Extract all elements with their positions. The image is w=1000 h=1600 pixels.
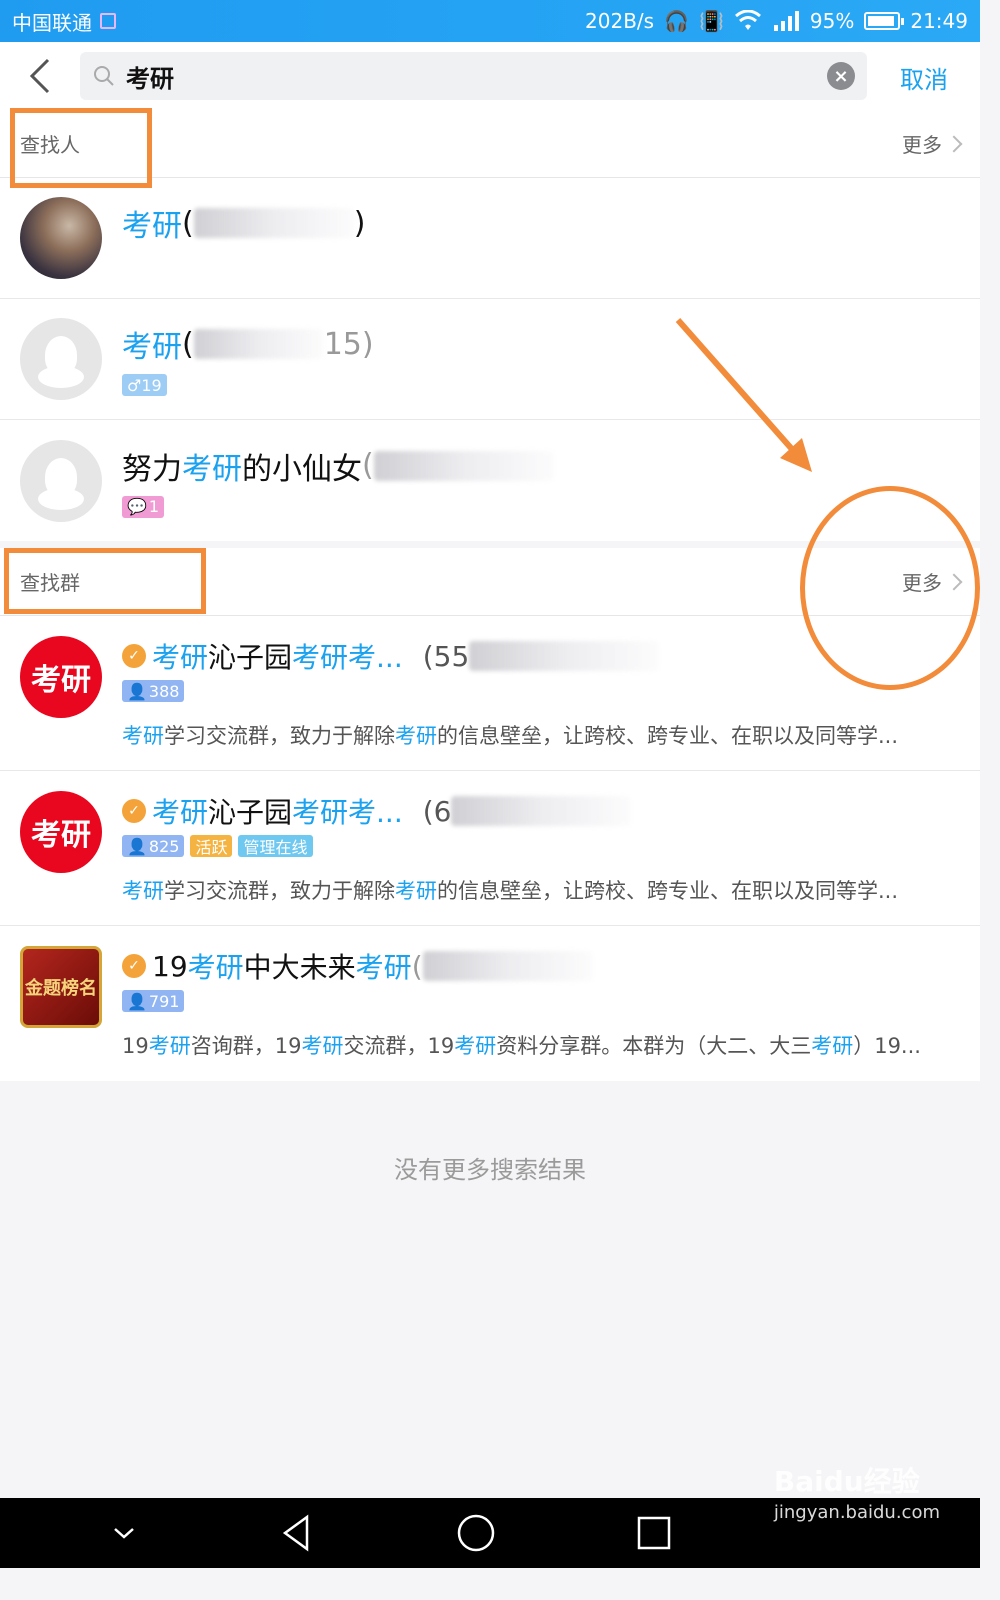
group-avatar: 金题榜名 xyxy=(20,946,102,1028)
person-name: 考研 ( 15) xyxy=(122,326,374,366)
member-count-tag: 👤 791 xyxy=(122,990,185,1012)
comment-tag: 💬 1 xyxy=(122,495,165,518)
search-icon xyxy=(94,66,114,86)
carrier-label: 中国联通 xyxy=(12,10,92,35)
person-row[interactable]: 考研 ( 15) ♂19 xyxy=(0,299,980,420)
group-name: ✓ 19 考研 中大未来 考研 ( xyxy=(122,946,962,986)
sim-card-icon xyxy=(100,13,116,29)
clock: 21:49 xyxy=(910,9,968,33)
network-speed: 202B/s xyxy=(585,9,655,33)
annotation-box-people xyxy=(10,108,152,188)
redacted-id xyxy=(193,208,354,238)
verified-icon: ✓ xyxy=(122,644,146,668)
group-description: 19考研咨询群，19考研交流群，19考研资料分享群。本群为（大二、大三考研）19… xyxy=(122,1034,921,1058)
chevron-right-icon xyxy=(945,135,963,152)
member-count-tag: 👤 388 xyxy=(122,680,185,702)
redacted-id xyxy=(469,641,660,671)
person-name: 考研 ( ) xyxy=(122,205,366,245)
recents-square-icon[interactable] xyxy=(635,1514,673,1552)
person-icon: 👤 xyxy=(127,836,147,856)
headphones-icon: 🎧 xyxy=(664,9,689,33)
vibrate-icon: 📳 xyxy=(699,9,724,33)
search-query: 考研 xyxy=(126,64,174,93)
comment-icon: 💬 xyxy=(127,497,147,516)
cancel-button[interactable]: 取消 xyxy=(900,60,948,95)
chevron-left-icon xyxy=(29,58,50,94)
person-row[interactable]: 考研 ( ) xyxy=(0,178,980,299)
back-button[interactable] xyxy=(10,46,70,106)
watermark-url: jingyan.baidu.com xyxy=(773,1502,940,1523)
group-avatar: 考研 xyxy=(20,636,102,718)
watermark: Baidu经验 jingyan.baidu.com xyxy=(774,1460,940,1523)
annotation-box-groups xyxy=(4,548,206,614)
wifi-icon xyxy=(734,10,761,30)
search-input[interactable]: 考研 × xyxy=(80,52,867,100)
group-name: ✓ 考研 沁子园 考研考... (6 xyxy=(122,791,962,831)
no-more-results: 没有更多搜索结果 xyxy=(394,1156,586,1184)
group-row[interactable]: 金题榜名 ✓ 19 考研 中大未来 考研 ( 👤 791 19考研咨询群，19考… xyxy=(0,926,980,1081)
watermark-brand: Baidu经验 xyxy=(773,1465,920,1498)
person-icon: 👤 xyxy=(127,991,147,1011)
verified-icon: ✓ xyxy=(122,799,146,823)
chevron-down-icon[interactable] xyxy=(109,1523,139,1543)
group-description: 考研学习交流群，致力于解除考研的信息壁垒，让跨校、跨专业、在职以及同等学... xyxy=(122,879,899,903)
annotation-arrow-icon xyxy=(675,318,812,472)
signal-icon xyxy=(773,11,799,31)
person-name: 努力 考研 的小仙女 ( xyxy=(122,444,554,488)
group-description: 考研学习交流群，致力于解除考研的信息壁垒，让跨校、跨专业、在职以及同等学... xyxy=(122,724,899,748)
status-indicators: 202B/s 🎧 📳 95% 21:49 xyxy=(585,9,968,33)
group-row[interactable]: 考研 ✓ 考研 沁子园 考研考... (6 👤 825 活跃 管理在线 考研学习… xyxy=(0,771,980,926)
gender-age-tag: ♂19 xyxy=(122,374,167,396)
redacted-id xyxy=(373,450,554,481)
more-people-link[interactable]: 更多 xyxy=(902,129,963,158)
redacted-id xyxy=(193,329,324,359)
verified-icon: ✓ xyxy=(122,954,146,978)
avatar xyxy=(20,197,102,279)
battery-percent: 95% xyxy=(809,9,855,33)
redacted-id xyxy=(451,796,632,826)
default-avatar-icon xyxy=(20,318,102,400)
default-avatar-icon xyxy=(20,439,102,522)
annotation-circle xyxy=(800,486,980,690)
person-icon: 👤 xyxy=(127,681,147,701)
active-tag: 活跃 xyxy=(190,835,233,857)
home-circle-icon[interactable] xyxy=(455,1512,497,1554)
carrier: 中国联通 xyxy=(12,7,116,36)
group-avatar: 考研 xyxy=(20,791,102,873)
battery-icon xyxy=(864,12,905,30)
back-triangle-icon[interactable] xyxy=(277,1513,317,1553)
member-count-tag: 👤 825 xyxy=(122,835,185,857)
admin-online-tag: 管理在线 xyxy=(238,835,313,857)
status-bar: 中国联通 202B/s 🎧 📳 95% 21:49 xyxy=(0,0,980,42)
redacted-id xyxy=(422,951,593,981)
search-header: 考研 × 取消 xyxy=(0,42,980,110)
clear-icon[interactable]: × xyxy=(827,62,855,90)
more-label: 更多 xyxy=(902,133,942,157)
